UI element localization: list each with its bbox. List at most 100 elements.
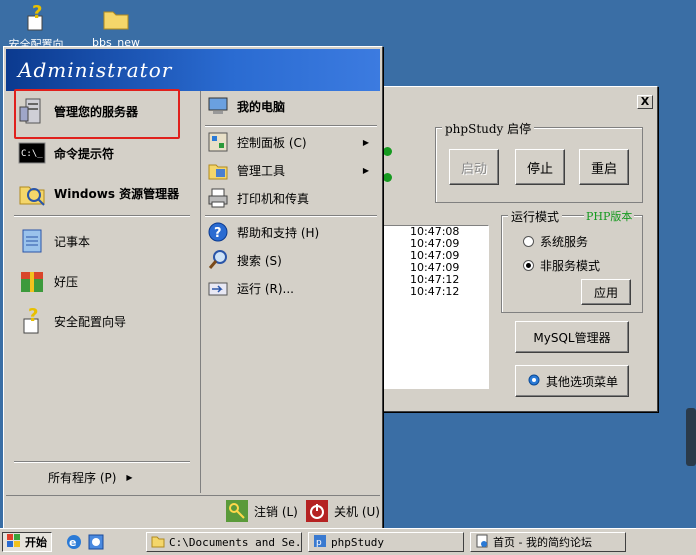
menu-item-label: 打印机和传真 [237, 191, 310, 206]
menu-item-all-programs[interactable]: 所有程序 (P) ▶ [48, 469, 133, 486]
menu-item-label: 记事本 [54, 234, 91, 249]
menu-item-explorer[interactable]: Windows 资源管理器 [18, 179, 179, 207]
quick-launch-ie-icon[interactable]: e [66, 534, 82, 553]
help-icon: ? [207, 221, 229, 243]
folder-icon [102, 4, 130, 32]
taskbar: 开始 e C:\Documents and Se... p phpStudy 首… [0, 528, 696, 555]
power-icon [306, 500, 328, 522]
stop-button[interactable]: 停止 [515, 149, 565, 185]
log-line: 10:47:12 [410, 285, 460, 298]
menu-item-help[interactable]: ? 帮助和支持 (H) [207, 221, 319, 243]
mysql-manager-button[interactable]: MySQL管理器 [515, 321, 629, 353]
gear-icon [526, 372, 542, 391]
restart-button[interactable]: 重启 [579, 149, 629, 185]
radio-nonservice-mode[interactable]: 非服务模式 [523, 257, 600, 274]
menu-divider [14, 215, 190, 217]
radio-label: 非服务模式 [540, 259, 601, 273]
notepad-icon [18, 227, 46, 255]
close-button[interactable]: X [637, 95, 653, 109]
start-button[interactable]: 启动 [449, 149, 499, 185]
triangle-right-icon: ▶ [362, 137, 369, 147]
menu-item-label: 搜索 (S) [237, 253, 282, 268]
log-list: 10:47:08 10:47:09 10:47:09 10:47:09 10:4… [381, 225, 489, 389]
svg-text:C:\_: C:\_ [21, 149, 43, 159]
start-menu-right-pane: 我的电脑 控制面板 (C) ▶ 管理工具 ▶ 打印机和传真 ? 帮助和支持 (H… [200, 91, 381, 493]
haozip-icon [18, 267, 46, 295]
radio-dot[interactable] [523, 236, 534, 247]
group-title: phpStudy 启停 [442, 120, 535, 137]
windows-logo-icon [7, 533, 21, 551]
task-label: C:\Documents and Se... [169, 535, 302, 549]
security-wizard-icon: ? [18, 305, 46, 335]
svg-text:e: e [69, 536, 76, 549]
menu-divider [205, 215, 377, 217]
svg-text:?: ? [32, 4, 42, 23]
menu-item-label: 我的电脑 [237, 99, 286, 114]
quick-launch-app-icon[interactable] [88, 534, 104, 553]
svg-text:?: ? [214, 226, 222, 241]
phpstudy-icon: p [313, 534, 327, 551]
cmd-icon: C:\_ [18, 139, 46, 167]
menu-item-label: 好压 [54, 274, 79, 289]
printer-icon [207, 187, 229, 209]
menu-item-printers[interactable]: 打印机和传真 [207, 187, 309, 209]
menu-item-my-computer[interactable]: 我的电脑 [207, 95, 285, 117]
start-menu-footer: 注销 (L) 关机 (U) [6, 495, 380, 528]
menu-item-security-wizard[interactable]: ? 安全配置向导 [18, 305, 127, 335]
other-options-button[interactable]: 其他选项菜单 [515, 365, 629, 397]
run-icon [207, 277, 229, 299]
menu-item-label: 运行 (R)... [237, 281, 294, 296]
menu-divider [14, 461, 190, 463]
start-menu: Administrator 管理您的服务器 C:\_ 命令提示符 Windows… [3, 46, 383, 530]
menu-item-cmd[interactable]: C:\_ 命令提示符 [18, 139, 114, 167]
menu-item-label: 所有程序 (P) [48, 471, 117, 485]
php-version-label[interactable]: PHP版本 [584, 208, 635, 224]
radio-system-service[interactable]: 系统服务 [523, 233, 588, 250]
task-explorer[interactable]: C:\Documents and Se... [146, 532, 302, 552]
group-title: 运行模式 [508, 208, 563, 225]
red-highlight-box [14, 89, 180, 139]
logoff-label: 注销 (L) [254, 504, 298, 519]
svg-text:p: p [316, 538, 322, 548]
menu-item-run[interactable]: 运行 (R)... [207, 277, 294, 299]
my-computer-icon [207, 95, 229, 117]
shutdown-label: 关机 (U) [334, 504, 380, 519]
menu-item-label: 控制面板 (C) [237, 135, 307, 150]
menu-item-label: 帮助和支持 (H) [237, 225, 320, 240]
shutdown-button[interactable]: 关机 (U) [306, 500, 380, 522]
menu-item-search[interactable]: 搜索 (S) [207, 249, 282, 271]
radio-label: 系统服务 [540, 235, 589, 249]
menu-item-haozip[interactable]: 好压 [18, 267, 78, 295]
search-icon [207, 249, 229, 271]
menu-divider [205, 125, 377, 127]
menu-item-label: Windows 资源管理器 [54, 186, 180, 201]
apply-button[interactable]: 应用 [581, 279, 631, 305]
task-label: phpStudy [331, 535, 384, 549]
folder-icon [151, 534, 165, 551]
menu-item-label: 管理工具 [237, 163, 286, 178]
other-options-label: 其他选项菜单 [545, 374, 618, 389]
menu-item-admin-tools[interactable]: 管理工具 ▶ [207, 159, 375, 181]
apache-status-dot [383, 147, 392, 156]
start-menu-left-pane: 管理您的服务器 C:\_ 命令提示符 Windows 资源管理器 记事本 好压 [6, 91, 196, 493]
desktop-icon-bbs-new[interactable]: bbs_new [84, 4, 148, 49]
svg-text:?: ? [28, 307, 38, 326]
menu-item-control-panel[interactable]: 控制面板 (C) ▶ [207, 131, 375, 153]
task-label: 首页 - 我的简约论坛 [493, 536, 592, 549]
start-label: 开始 [25, 536, 47, 549]
desktop-icon-security-wizard[interactable]: ? 安全配置向 [4, 2, 68, 52]
mysql-status-dot [383, 173, 392, 182]
triangle-right-icon: ▶ [362, 165, 369, 175]
start-button[interactable]: 开始 [2, 532, 52, 552]
menu-item-label: 安全配置向导 [54, 314, 127, 329]
control-panel-icon [207, 131, 229, 153]
logoff-button[interactable]: 注销 (L) [226, 500, 298, 522]
task-phpstudy[interactable]: p phpStudy [308, 532, 464, 552]
menu-item-notepad[interactable]: 记事本 [18, 227, 90, 255]
volume-widget [686, 408, 696, 466]
task-browser[interactable]: 首页 - 我的简约论坛 [470, 532, 626, 552]
page-icon [475, 534, 489, 551]
menu-item-label: 命令提示符 [54, 146, 115, 161]
key-icon [226, 500, 248, 522]
radio-dot[interactable] [523, 260, 534, 271]
